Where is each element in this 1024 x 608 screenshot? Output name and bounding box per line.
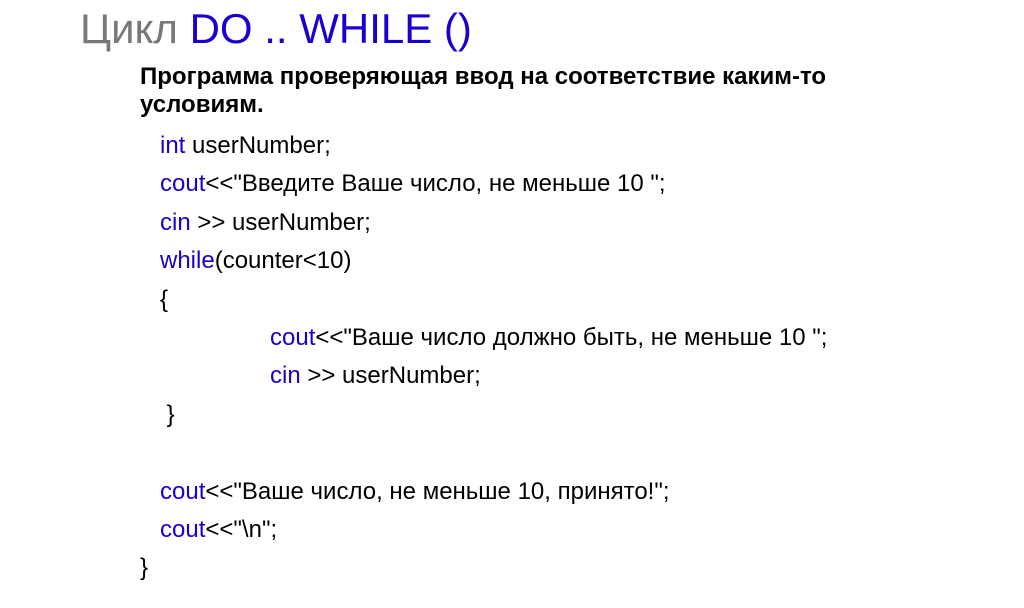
code-text: (counter<10) <box>215 247 352 274</box>
page-title: Цикл DO .. WHILE () <box>80 5 944 53</box>
code-text: <<"Ваше число, не меньше 10, принято!"; <box>205 478 669 505</box>
keyword-cout: cout <box>160 516 205 543</box>
subtitle-text: Программа проверяющая ввод на соответств… <box>140 63 944 119</box>
keyword-cout: cout <box>270 324 315 351</box>
keyword-cin: cin <box>270 362 307 389</box>
keyword-int: int <box>160 132 192 159</box>
code-text: >> userNumber; <box>197 209 370 236</box>
code-line-7: cin >> userNumber; <box>270 357 944 395</box>
code-line-2: cout<<"Введите Ваше число, не меньше 10 … <box>160 165 944 203</box>
code-text: >> userNumber; <box>307 362 480 389</box>
title-keyword: DO .. WHILE () <box>190 5 472 52</box>
keyword-cin: cin <box>160 209 197 236</box>
code-line-4: while(counter<10) <box>160 242 944 280</box>
code-text: <<"\n"; <box>205 516 277 543</box>
keyword-cout: cout <box>160 170 205 197</box>
code-block: int userNumber; cout<<"Введите Ваше числ… <box>160 127 944 588</box>
code-text: userNumber; <box>192 132 331 159</box>
code-line-8: } <box>160 396 944 434</box>
title-prefix: Цикл <box>80 5 190 52</box>
code-line-1: int userNumber; <box>160 127 944 165</box>
code-line-11: cout<<"\n"; <box>160 511 944 549</box>
code-line-12: } <box>140 549 944 587</box>
code-line-9 <box>160 434 944 472</box>
keyword-cout: cout <box>160 478 205 505</box>
code-line-10: cout<<"Ваше число, не меньше 10, принято… <box>160 473 944 511</box>
slide-container: Цикл DO .. WHILE () Программа проверяюща… <box>0 0 1024 608</box>
code-text: <<"Ваше число должно быть, не меньше 10 … <box>315 324 827 351</box>
code-line-3: cin >> userNumber; <box>160 204 944 242</box>
code-line-6: cout<<"Ваше число должно быть, не меньше… <box>270 319 944 357</box>
keyword-while: while <box>160 247 215 274</box>
code-line-5: { <box>160 281 944 319</box>
code-text: <<"Введите Ваше число, не меньше 10 "; <box>205 170 665 197</box>
